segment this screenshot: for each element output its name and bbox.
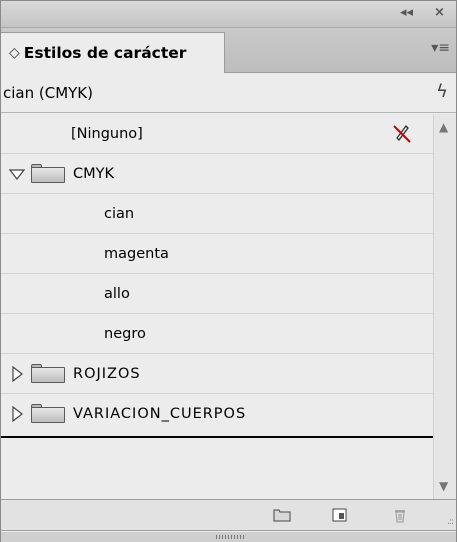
panel-bottom-strip	[1, 532, 456, 542]
current-style-label: cian (CMYK)	[3, 83, 93, 102]
scroll-down-icon[interactable]: ▼	[439, 479, 448, 493]
list-item[interactable]: allo	[1, 274, 433, 314]
list-item-label: [Ninguno]	[71, 125, 143, 142]
folder-icon	[31, 164, 65, 184]
expanded-triangle-icon[interactable]	[9, 166, 25, 182]
character-styles-panel: ◂◂ × ◇ Estilos de carácter ▾≡ cian (CMYK…	[0, 0, 457, 542]
styles-list: [Ninguno] CMYK cian magenta allo negro R…	[1, 114, 433, 434]
current-style-row: cian (CMYK) ϟ	[1, 73, 456, 113]
folder-icon	[31, 404, 65, 424]
group-row-variacion-cuerpos[interactable]: VARIACION_CUERPOS	[1, 394, 433, 434]
list-item[interactable]: negro	[1, 314, 433, 354]
group-row-rojizos[interactable]: ROJIZOS	[1, 354, 433, 394]
vertical-scrollbar[interactable]: ▲ ▼	[433, 114, 456, 499]
tab-title: Estilos de carácter	[23, 44, 187, 62]
list-item[interactable]: cian	[1, 194, 433, 234]
folder-icon	[31, 364, 65, 384]
collapsed-triangle-icon[interactable]	[9, 366, 25, 382]
list-item[interactable]: magenta	[1, 234, 433, 274]
group-label: ROJIZOS	[73, 365, 141, 382]
panel-bottom-bar: .::	[1, 499, 456, 531]
close-icon[interactable]: ×	[434, 5, 445, 20]
list-item-label: allo	[104, 285, 130, 302]
list-item-label: cian	[104, 205, 135, 222]
collapse-icon[interactable]: ◂◂	[400, 5, 413, 20]
group-row-cmyk[interactable]: CMYK	[1, 154, 433, 194]
tab-row: ◇ Estilos de carácter ▾≡	[1, 28, 456, 73]
resize-grip-icon[interactable]: .::	[447, 517, 454, 527]
panel-top-bar: ◂◂ ×	[1, 1, 456, 28]
trash-icon[interactable]	[391, 507, 409, 523]
lightning-icon[interactable]: ϟ	[436, 81, 448, 102]
tab-estilos-caracter[interactable]: ◇ Estilos de carácter	[1, 32, 225, 73]
group-label: VARIACION_CUERPOS	[73, 406, 247, 422]
new-style-icon[interactable]	[331, 507, 349, 523]
folder-icon[interactable]	[273, 507, 291, 523]
group-label: CMYK	[73, 165, 115, 182]
list-item[interactable]: [Ninguno]	[1, 114, 433, 154]
insertion-divider	[1, 436, 433, 438]
scroll-up-icon[interactable]: ▲	[439, 120, 448, 134]
tab-arrows-icon: ◇	[9, 45, 20, 61]
pen-slash-icon	[393, 125, 411, 143]
collapsed-triangle-icon[interactable]	[9, 406, 25, 422]
panel-menu-icon[interactable]: ▾≡	[431, 40, 450, 56]
list-item-label: magenta	[104, 245, 169, 262]
resize-handle[interactable]	[216, 535, 244, 539]
list-item-label: negro	[104, 325, 146, 342]
